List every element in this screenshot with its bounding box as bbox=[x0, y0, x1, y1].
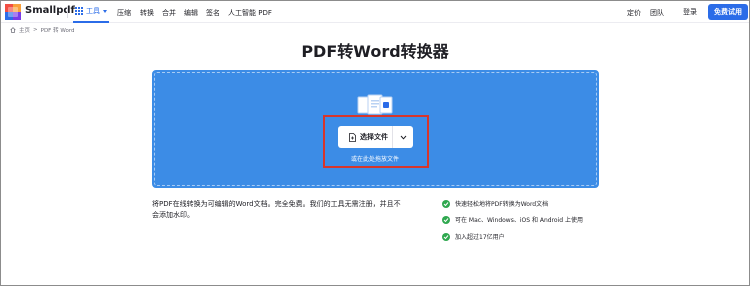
login-button[interactable]: 登录 bbox=[677, 5, 703, 19]
feature-text: 可在 Mac、Windows、iOS 和 Android 上使用 bbox=[455, 217, 583, 224]
feature-item: 快速轻松地将PDF转换为Word文档 bbox=[442, 199, 548, 208]
top-navbar: Smallpdf 工具 压缩 转换 合并 编辑 签名 人工智能 PDF 定价 团… bbox=[1, 1, 749, 23]
check-icon bbox=[442, 199, 450, 208]
check-icon bbox=[442, 215, 450, 224]
nav-team[interactable]: 团队 bbox=[650, 8, 664, 18]
home-icon bbox=[10, 27, 16, 33]
check-icon bbox=[442, 232, 450, 241]
nav-pricing[interactable]: 定价 bbox=[627, 8, 641, 18]
documents-icon bbox=[357, 94, 393, 115]
feature-item: 加入超过17亿用户 bbox=[442, 232, 505, 241]
smallpdf-logo[interactable] bbox=[5, 4, 21, 20]
grid-icon bbox=[75, 7, 83, 15]
nav-edit[interactable]: 编辑 bbox=[184, 8, 198, 18]
nav-compress[interactable]: 压缩 bbox=[117, 8, 131, 18]
nav-ai-pdf[interactable]: 人工智能 PDF bbox=[228, 8, 272, 18]
feature-text: 快速轻松地将PDF转换为Word文档 bbox=[455, 201, 549, 208]
nav-merge[interactable]: 合并 bbox=[162, 8, 176, 18]
feature-item: 可在 Mac、Windows、iOS 和 Android 上使用 bbox=[442, 215, 583, 224]
tools-label: 工具 bbox=[86, 7, 100, 15]
nav-convert[interactable]: 转换 bbox=[140, 8, 154, 18]
page-title: PDF转Word转换器 bbox=[301, 42, 449, 61]
header-divider bbox=[67, 6, 68, 18]
tools-menu[interactable]: 工具 bbox=[73, 1, 109, 23]
free-trial-button[interactable]: 免费试用 bbox=[708, 4, 748, 20]
highlight-box bbox=[323, 115, 429, 168]
breadcrumb-home[interactable]: 主页 bbox=[19, 26, 30, 34]
breadcrumb: 主页 > PDF 转 Word bbox=[10, 26, 74, 34]
feature-text: 加入超过17亿用户 bbox=[455, 234, 505, 241]
nav-sign[interactable]: 签名 bbox=[206, 8, 220, 18]
tool-description: 将PDF在线转换为可编辑的Word文档。完全免费。我们的工具无需注册，并且不会添… bbox=[152, 200, 401, 219]
chevron-down-icon bbox=[103, 9, 107, 13]
breadcrumb-current: PDF 转 Word bbox=[40, 28, 75, 34]
breadcrumb-separator: > bbox=[33, 27, 38, 33]
